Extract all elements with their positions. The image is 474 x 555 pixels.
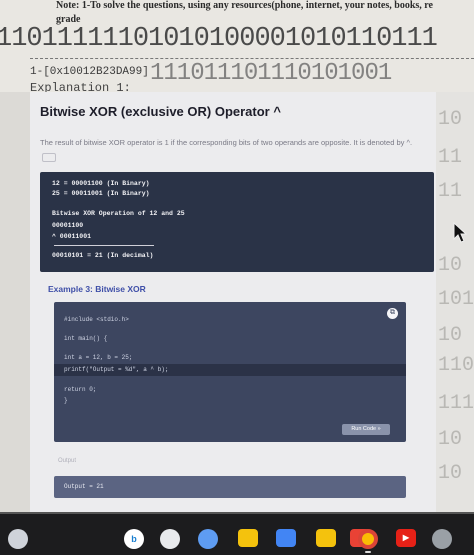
code-line: Bitwise XOR Operation of 12 and 25 bbox=[52, 210, 185, 217]
side-binary: 101 bbox=[438, 288, 474, 311]
chrome-icon[interactable] bbox=[358, 529, 378, 549]
run-code-button[interactable]: Run Code » bbox=[342, 424, 390, 435]
side-binary: 10 bbox=[438, 254, 463, 277]
launcher-icon[interactable] bbox=[8, 529, 28, 549]
side-binary: 10 bbox=[438, 462, 463, 485]
example-title: Example 3: Bitwise XOR bbox=[48, 284, 146, 294]
paper-note: Note: 1-To solve the questions, using an… bbox=[56, 0, 433, 11]
paper-binary-line: 11011111101010100001010110111 bbox=[0, 24, 438, 54]
folder-icon[interactable] bbox=[316, 529, 336, 547]
code-line: } bbox=[64, 397, 68, 404]
code-line: int main() { bbox=[64, 335, 108, 342]
taskbar: b ▶ bbox=[0, 512, 474, 555]
paper-left-edge bbox=[0, 92, 30, 512]
section-description: The result of bitwise XOR operator is 1 … bbox=[40, 136, 420, 164]
description-text: The result of bitwise XOR operator is 1 … bbox=[40, 138, 413, 147]
output-box: Output = 21 bbox=[54, 476, 406, 498]
side-binary: 11 bbox=[438, 146, 463, 169]
side-binary: 111 bbox=[438, 392, 474, 415]
paper-hex-line: 1-[0x10012B23DA99] bbox=[30, 66, 149, 78]
code-line: int a = 12, b = 25; bbox=[64, 354, 133, 361]
paper-side: 10 11 11 10 101 10 110 111 10 10 bbox=[436, 92, 474, 512]
code-line: return 0; bbox=[64, 386, 97, 393]
side-binary: 10 bbox=[438, 108, 463, 131]
chat-icon[interactable] bbox=[160, 529, 180, 549]
output-label: Output bbox=[58, 458, 77, 464]
inline-code-icon bbox=[42, 152, 56, 162]
youtube-icon[interactable]: ▶ bbox=[396, 529, 416, 547]
copy-icon[interactable]: ⧉ bbox=[387, 308, 398, 319]
code-line: 12 = 00001100 (In Binary) bbox=[52, 180, 150, 187]
paper-explanation: Explanation 1: bbox=[30, 81, 131, 92]
settings-icon[interactable] bbox=[432, 529, 452, 549]
section-title: Bitwise XOR (exclusive OR) Operator ^ bbox=[40, 104, 281, 119]
side-binary: 110 bbox=[438, 354, 474, 377]
bing-icon[interactable]: b bbox=[124, 529, 144, 549]
paper-divider bbox=[30, 58, 474, 59]
code-line: 00010101 = 21 (In decimal) bbox=[52, 252, 154, 259]
paper-binary-line-faded: 111011101110101001 bbox=[150, 60, 392, 87]
files-icon[interactable] bbox=[238, 529, 258, 547]
c-example-code-block[interactable]: ⧉ #include <stdio.h> int main() { int a … bbox=[54, 302, 406, 442]
code-line: 25 = 00011001 (In Binary) bbox=[52, 190, 150, 197]
binary-example-code-block: 12 = 00001100 (In Binary) 25 = 00011001 … bbox=[40, 172, 434, 272]
code-line: 00001100 bbox=[52, 222, 84, 229]
code-line: #include <stdio.h> bbox=[64, 316, 129, 323]
tutorial-screen: Bitwise XOR (exclusive OR) Operator ^ Th… bbox=[30, 92, 436, 512]
side-binary: 10 bbox=[438, 428, 463, 451]
code-line: ^ 00011001 bbox=[52, 233, 92, 240]
messages-icon[interactable] bbox=[198, 529, 218, 549]
side-binary: 10 bbox=[438, 324, 463, 347]
sum-underline bbox=[54, 245, 154, 246]
chrome-active-indicator bbox=[365, 551, 371, 553]
paper-sheet: Note: 1-To solve the questions, using an… bbox=[0, 0, 474, 92]
mouse-pointer-icon bbox=[453, 222, 468, 243]
side-binary: 11 bbox=[438, 180, 463, 203]
code-line: printf("Output = %d", a ^ b); bbox=[64, 366, 169, 373]
store-icon[interactable] bbox=[276, 529, 296, 547]
taskbar-edge bbox=[0, 512, 474, 514]
